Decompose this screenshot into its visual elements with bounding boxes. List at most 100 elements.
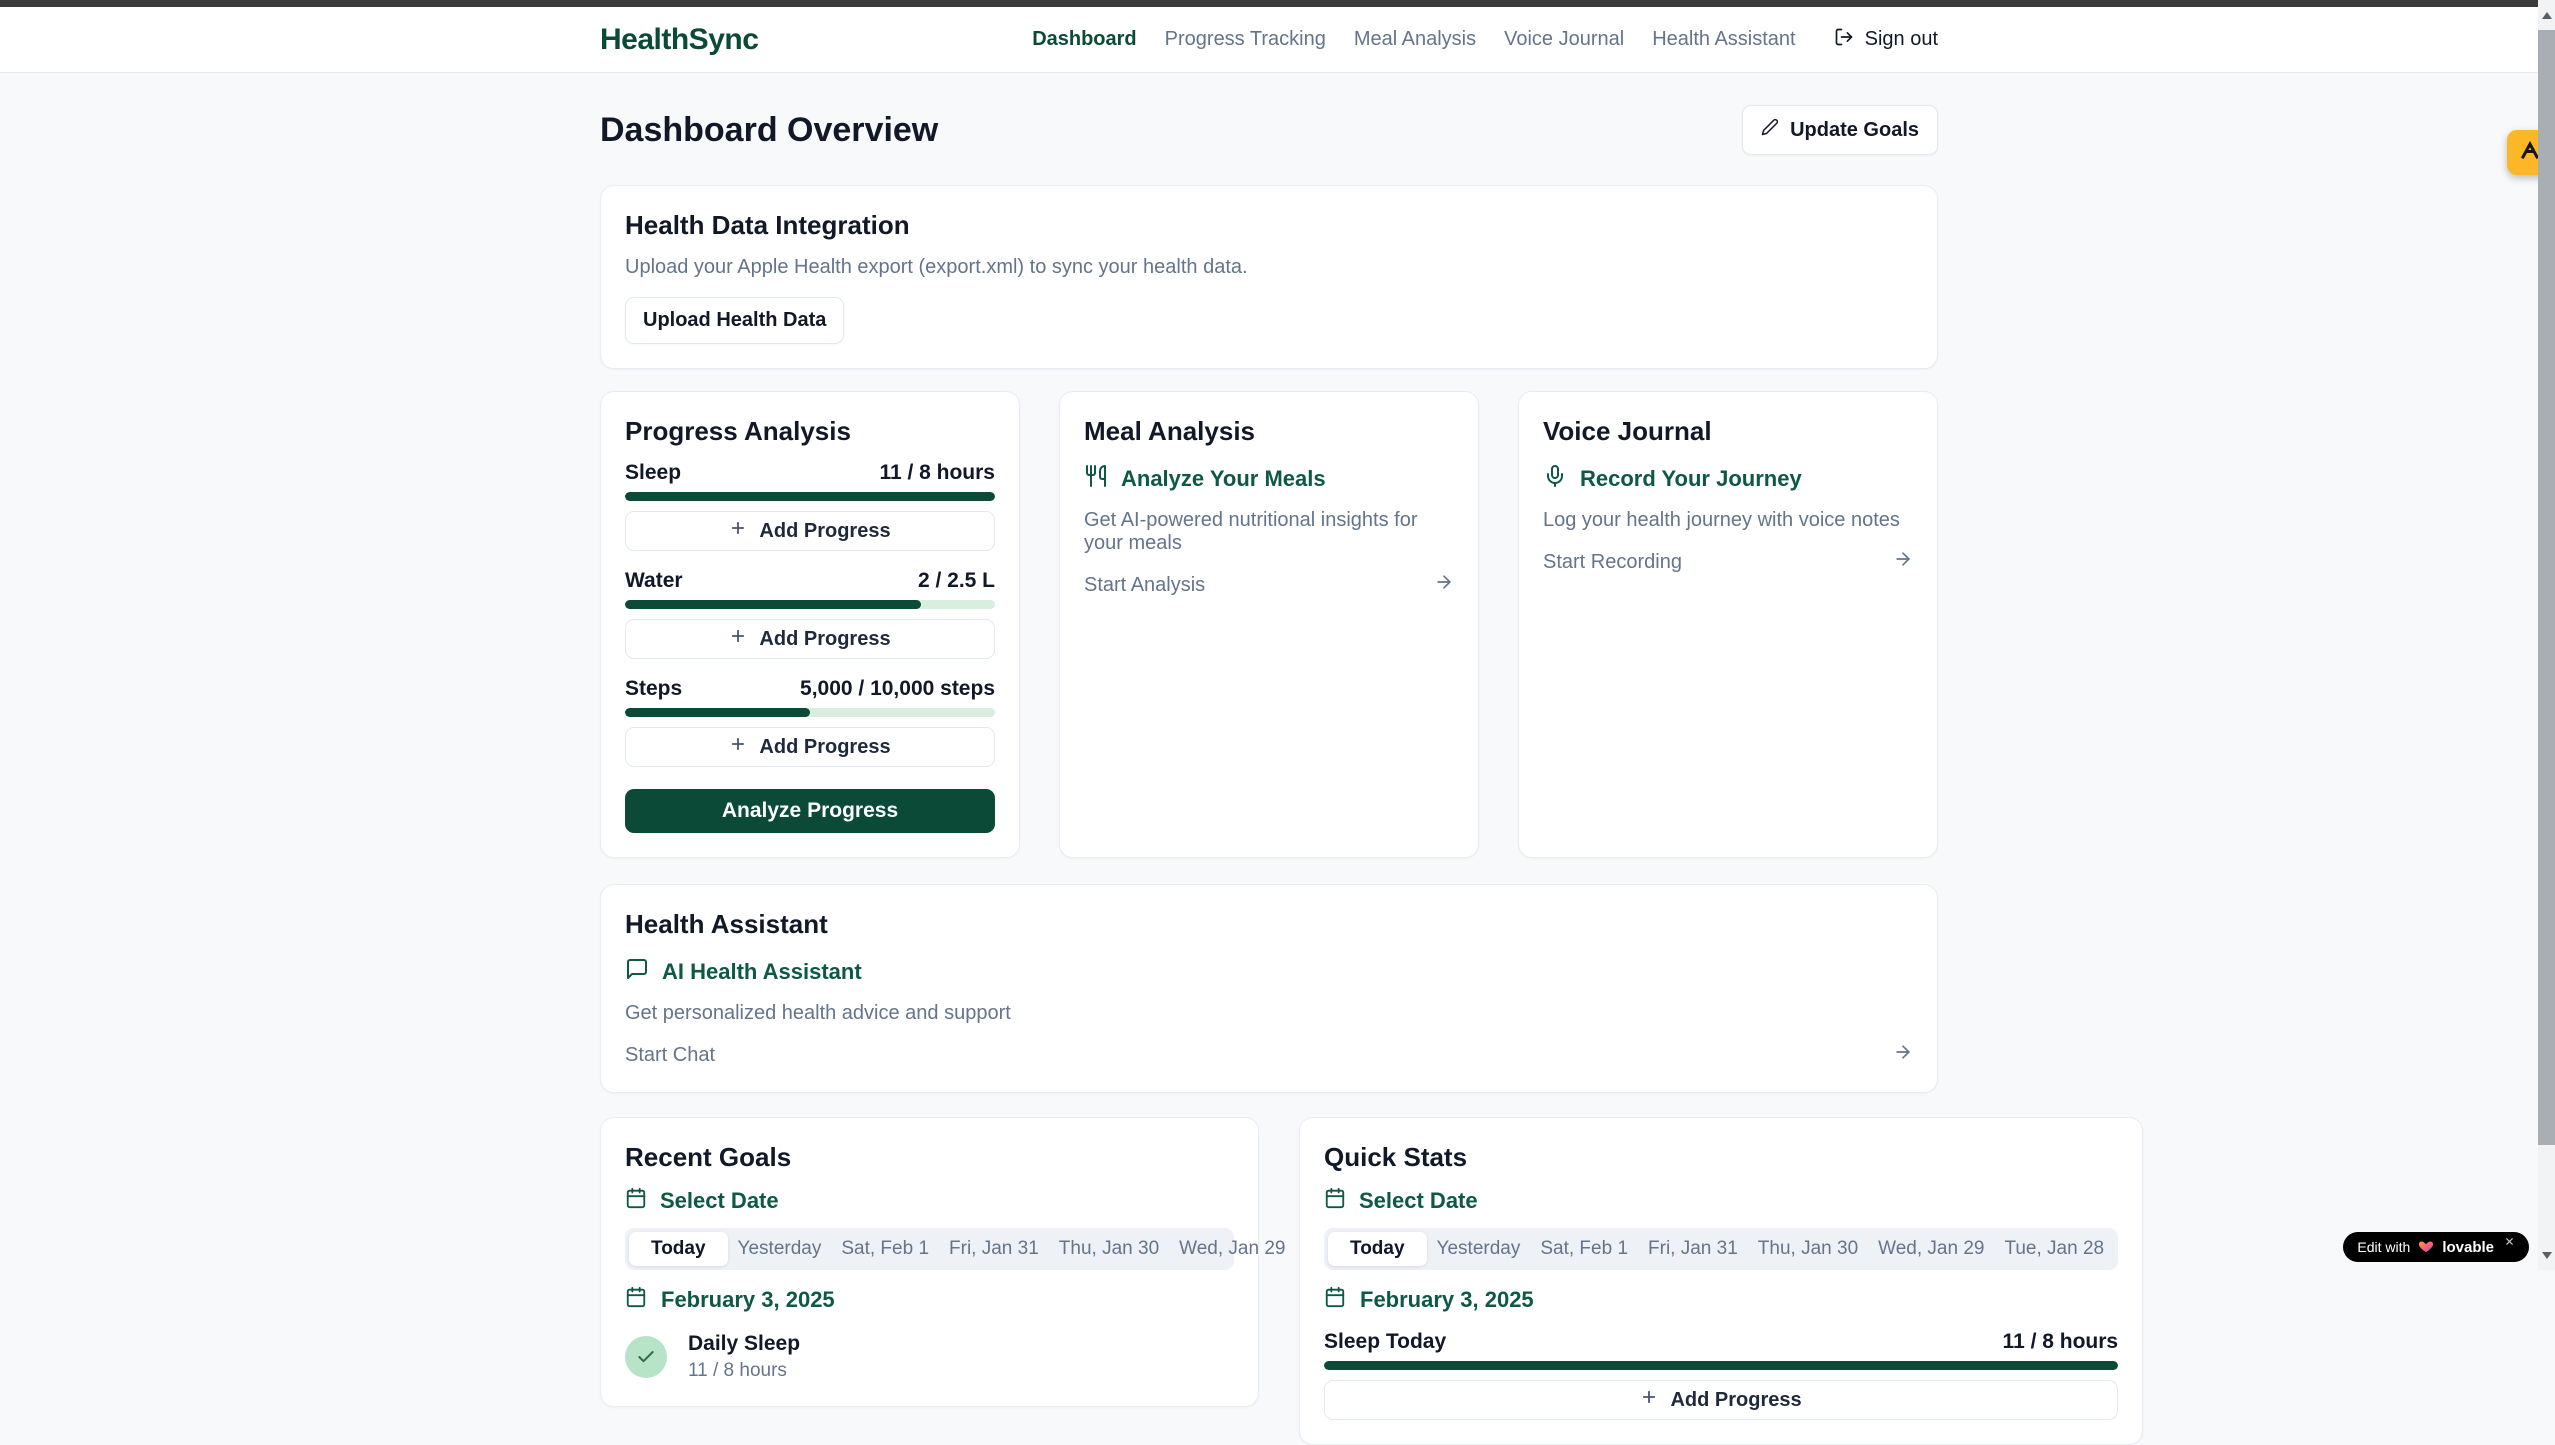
arrow-right-icon bbox=[1893, 1042, 1913, 1068]
nav-meal-analysis[interactable]: Meal Analysis bbox=[1354, 28, 1476, 51]
plus-icon bbox=[1640, 1388, 1658, 1412]
brand-logo: HealthSync bbox=[600, 23, 758, 57]
scroll-down-icon bbox=[2542, 1252, 2552, 1259]
calendar-icon bbox=[625, 1187, 647, 1215]
progress-analysis-title: Progress Analysis bbox=[625, 416, 995, 447]
update-goals-label: Update Goals bbox=[1790, 119, 1919, 142]
nav-progress-tracking[interactable]: Progress Tracking bbox=[1165, 28, 1326, 51]
start-recording-action[interactable]: Start Recording bbox=[1543, 549, 1913, 575]
pencil-icon bbox=[1761, 118, 1779, 142]
metric-sleep-label: Sleep bbox=[625, 461, 681, 485]
integration-description: Upload your Apple Health export (export.… bbox=[625, 256, 1913, 279]
quick-stats-date-tabs: Today Yesterday Sat, Feb 1 Fri, Jan 31 T… bbox=[1324, 1228, 2118, 1270]
recent-goals-select-date[interactable]: Select Date bbox=[625, 1187, 1234, 1215]
analyze-your-meals-label: Analyze Your Meals bbox=[1121, 466, 1326, 492]
date-tab-sat-feb-1[interactable]: Sat, Feb 1 bbox=[1530, 1232, 1638, 1266]
date-tab-wed-jan-29[interactable]: Wed, Jan 29 bbox=[1868, 1232, 1994, 1266]
analyze-progress-button[interactable]: Analyze Progress bbox=[625, 789, 995, 833]
add-progress-label: Add Progress bbox=[759, 736, 890, 759]
date-tab-fri-jan-31[interactable]: Fri, Jan 31 bbox=[939, 1232, 1049, 1266]
meal-analysis-description: Get AI-powered nutritional insights for … bbox=[1084, 509, 1454, 555]
goal-item-daily-sleep: Daily Sleep 11 / 8 hours bbox=[625, 1332, 1234, 1382]
selected-date-label: February 3, 2025 bbox=[661, 1287, 835, 1313]
sign-out-icon bbox=[1834, 27, 1854, 53]
start-analysis-action[interactable]: Start Analysis bbox=[1084, 572, 1454, 598]
upload-health-data-button[interactable]: Upload Health Data bbox=[625, 297, 844, 344]
scrollbar-thumb[interactable] bbox=[2538, 30, 2555, 1145]
integration-title: Health Data Integration bbox=[625, 210, 1913, 241]
date-tab-thu-jan-30[interactable]: Thu, Jan 30 bbox=[1748, 1232, 1868, 1266]
ai-health-assistant-link[interactable]: AI Health Assistant bbox=[625, 957, 1913, 987]
voice-journal-title: Voice Journal bbox=[1543, 416, 1913, 447]
plus-icon bbox=[729, 519, 747, 543]
date-tab-fri-jan-31[interactable]: Fri, Jan 31 bbox=[1638, 1232, 1748, 1266]
metric-water-label: Water bbox=[625, 569, 683, 593]
voice-journal-description: Log your health journey with voice notes bbox=[1543, 509, 1913, 532]
heart-gradient-icon bbox=[2418, 1238, 2434, 1256]
badge-close-icon[interactable] bbox=[2504, 1235, 2515, 1249]
date-tab-today[interactable]: Today bbox=[629, 1232, 728, 1266]
calendar-icon bbox=[625, 1286, 647, 1314]
meal-analysis-title: Meal Analysis bbox=[1084, 416, 1454, 447]
quick-stats-select-date[interactable]: Select Date bbox=[1324, 1187, 2118, 1215]
edit-with-lovable-badge[interactable]: Edit with lovable bbox=[2343, 1232, 2529, 1262]
recent-goals-card: Recent Goals Select Date Today Yesterday… bbox=[600, 1117, 1259, 1407]
date-tab-wed-jan-29[interactable]: Wed, Jan 29 bbox=[1169, 1232, 1295, 1266]
record-your-journey-label: Record Your Journey bbox=[1580, 466, 1802, 492]
metric-water-value: 2 / 2.5 L bbox=[918, 569, 995, 593]
microphone-icon bbox=[1543, 464, 1567, 494]
nav-voice-journal[interactable]: Voice Journal bbox=[1504, 28, 1624, 51]
goal-completed-check-icon bbox=[625, 1336, 667, 1378]
date-tab-thu-jan-30[interactable]: Thu, Jan 30 bbox=[1049, 1232, 1169, 1266]
record-your-journey-link[interactable]: Record Your Journey bbox=[1543, 464, 1913, 494]
select-date-label: Select Date bbox=[1359, 1188, 1478, 1214]
metric-water: Water 2 / 2.5 L Add Progress bbox=[625, 569, 995, 659]
health-assistant-title: Health Assistant bbox=[625, 909, 1913, 940]
page-title: Dashboard Overview bbox=[600, 111, 938, 150]
nav-health-assistant[interactable]: Health Assistant bbox=[1652, 28, 1795, 51]
select-date-label: Select Date bbox=[660, 1188, 779, 1214]
date-tab-sat-feb-1[interactable]: Sat, Feb 1 bbox=[831, 1232, 939, 1266]
metric-steps-value: 5,000 / 10,000 steps bbox=[800, 677, 995, 701]
quick-stats-title: Quick Stats bbox=[1324, 1142, 2118, 1173]
analyze-your-meals-link[interactable]: Analyze Your Meals bbox=[1084, 464, 1454, 494]
lovable-brand-label: lovable bbox=[2442, 1239, 2494, 1256]
selected-date-label: February 3, 2025 bbox=[1360, 1287, 1534, 1313]
meal-analysis-card: Meal Analysis Analyze Your Meals Get AI-… bbox=[1059, 391, 1479, 858]
date-tab-tue-jan-28[interactable]: Tue, Jan 28 bbox=[1994, 1232, 2114, 1266]
date-tab-today[interactable]: Today bbox=[1328, 1232, 1427, 1266]
nav-dashboard[interactable]: Dashboard bbox=[1032, 28, 1136, 51]
browser-top-strip bbox=[0, 0, 2538, 7]
sign-out-button[interactable]: Sign out bbox=[1834, 27, 1938, 53]
scroll-up-button[interactable] bbox=[2538, 0, 2555, 30]
add-progress-sleep-button[interactable]: Add Progress bbox=[625, 511, 995, 551]
goal-name: Daily Sleep bbox=[688, 1332, 800, 1356]
add-progress-steps-button[interactable]: Add Progress bbox=[625, 727, 995, 767]
progress-analysis-card: Progress Analysis Sleep 11 / 8 hours Add… bbox=[600, 391, 1020, 858]
start-chat-action[interactable]: Start Chat bbox=[625, 1042, 1913, 1068]
stat-value: 11 / 8 hours bbox=[2003, 1330, 2119, 1354]
add-progress-water-button[interactable]: Add Progress bbox=[625, 619, 995, 659]
voice-journal-card: Voice Journal Record Your Journey Log yo… bbox=[1518, 391, 1938, 858]
calendar-icon bbox=[1324, 1187, 1346, 1215]
date-tab-yesterday[interactable]: Yesterday bbox=[728, 1232, 832, 1266]
start-recording-label: Start Recording bbox=[1543, 551, 1682, 574]
metric-steps-progress-fill bbox=[625, 708, 810, 717]
plus-icon bbox=[729, 627, 747, 651]
vertical-scrollbar[interactable] bbox=[2538, 0, 2555, 1270]
health-data-integration-card: Health Data Integration Upload your Appl… bbox=[600, 185, 1938, 369]
add-progress-label: Add Progress bbox=[759, 628, 890, 651]
calendar-icon bbox=[1324, 1286, 1346, 1314]
quick-stats-add-progress-button[interactable]: Add Progress bbox=[1324, 1380, 2118, 1420]
utensils-icon bbox=[1084, 464, 1108, 494]
arrow-right-icon bbox=[1434, 572, 1454, 598]
metric-water-progress-fill bbox=[625, 600, 921, 609]
stat-label: Sleep Today bbox=[1324, 1330, 1446, 1354]
ai-health-assistant-label: AI Health Assistant bbox=[662, 959, 862, 985]
scroll-down-button[interactable] bbox=[2538, 1240, 2555, 1270]
quick-stats-card: Quick Stats Select Date Today Yesterday … bbox=[1299, 1117, 2143, 1445]
update-goals-button[interactable]: Update Goals bbox=[1742, 105, 1938, 155]
date-tab-yesterday[interactable]: Yesterday bbox=[1427, 1232, 1531, 1266]
chat-bubble-icon bbox=[625, 957, 649, 987]
recent-goals-selected-date: February 3, 2025 bbox=[625, 1286, 1234, 1314]
